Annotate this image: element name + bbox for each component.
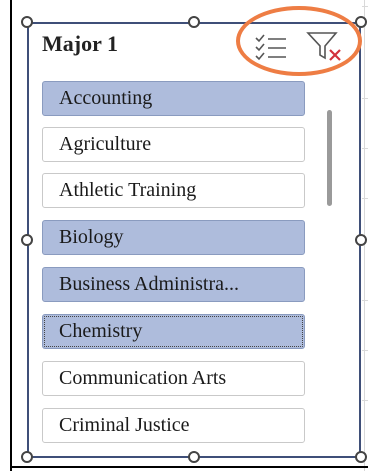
slicer-item[interactable]: Biology xyxy=(42,220,305,255)
grid-line xyxy=(362,6,368,7)
grid-line xyxy=(362,98,368,99)
slicer-item[interactable]: Athletic Training xyxy=(42,173,305,208)
resize-handle-middle-right[interactable] xyxy=(355,234,367,246)
resize-handle-top-center[interactable] xyxy=(188,16,200,28)
resize-handle-top-right[interactable] xyxy=(355,16,367,28)
resize-handle-bottom-right[interactable] xyxy=(355,451,367,463)
worksheet-border xyxy=(10,466,368,468)
slicer-item[interactable]: Accounting xyxy=(42,81,305,116)
worksheet-border xyxy=(10,0,12,471)
resize-handle-top-left[interactable] xyxy=(21,16,33,28)
resize-handle-bottom-left[interactable] xyxy=(21,451,33,463)
slicer-title: Major 1 xyxy=(42,31,118,56)
grid-line xyxy=(362,300,368,301)
grid-line xyxy=(362,198,368,199)
slicer-item[interactable]: Chemistry xyxy=(42,314,305,349)
grid-line xyxy=(362,400,368,401)
slicer-item[interactable]: Business Administra... xyxy=(42,267,305,302)
scrollbar-thumb[interactable] xyxy=(327,110,332,206)
resize-handle-bottom-center[interactable] xyxy=(188,451,200,463)
slicer-item[interactable]: Communication Arts xyxy=(42,361,305,396)
grid-line xyxy=(362,148,368,149)
slicer-item[interactable]: Criminal Justice xyxy=(42,408,305,443)
annotation-highlight-oval xyxy=(236,6,362,76)
slicer-item[interactable]: Agriculture xyxy=(42,127,305,162)
grid-line xyxy=(362,350,368,351)
resize-handle-middle-left[interactable] xyxy=(21,234,33,246)
